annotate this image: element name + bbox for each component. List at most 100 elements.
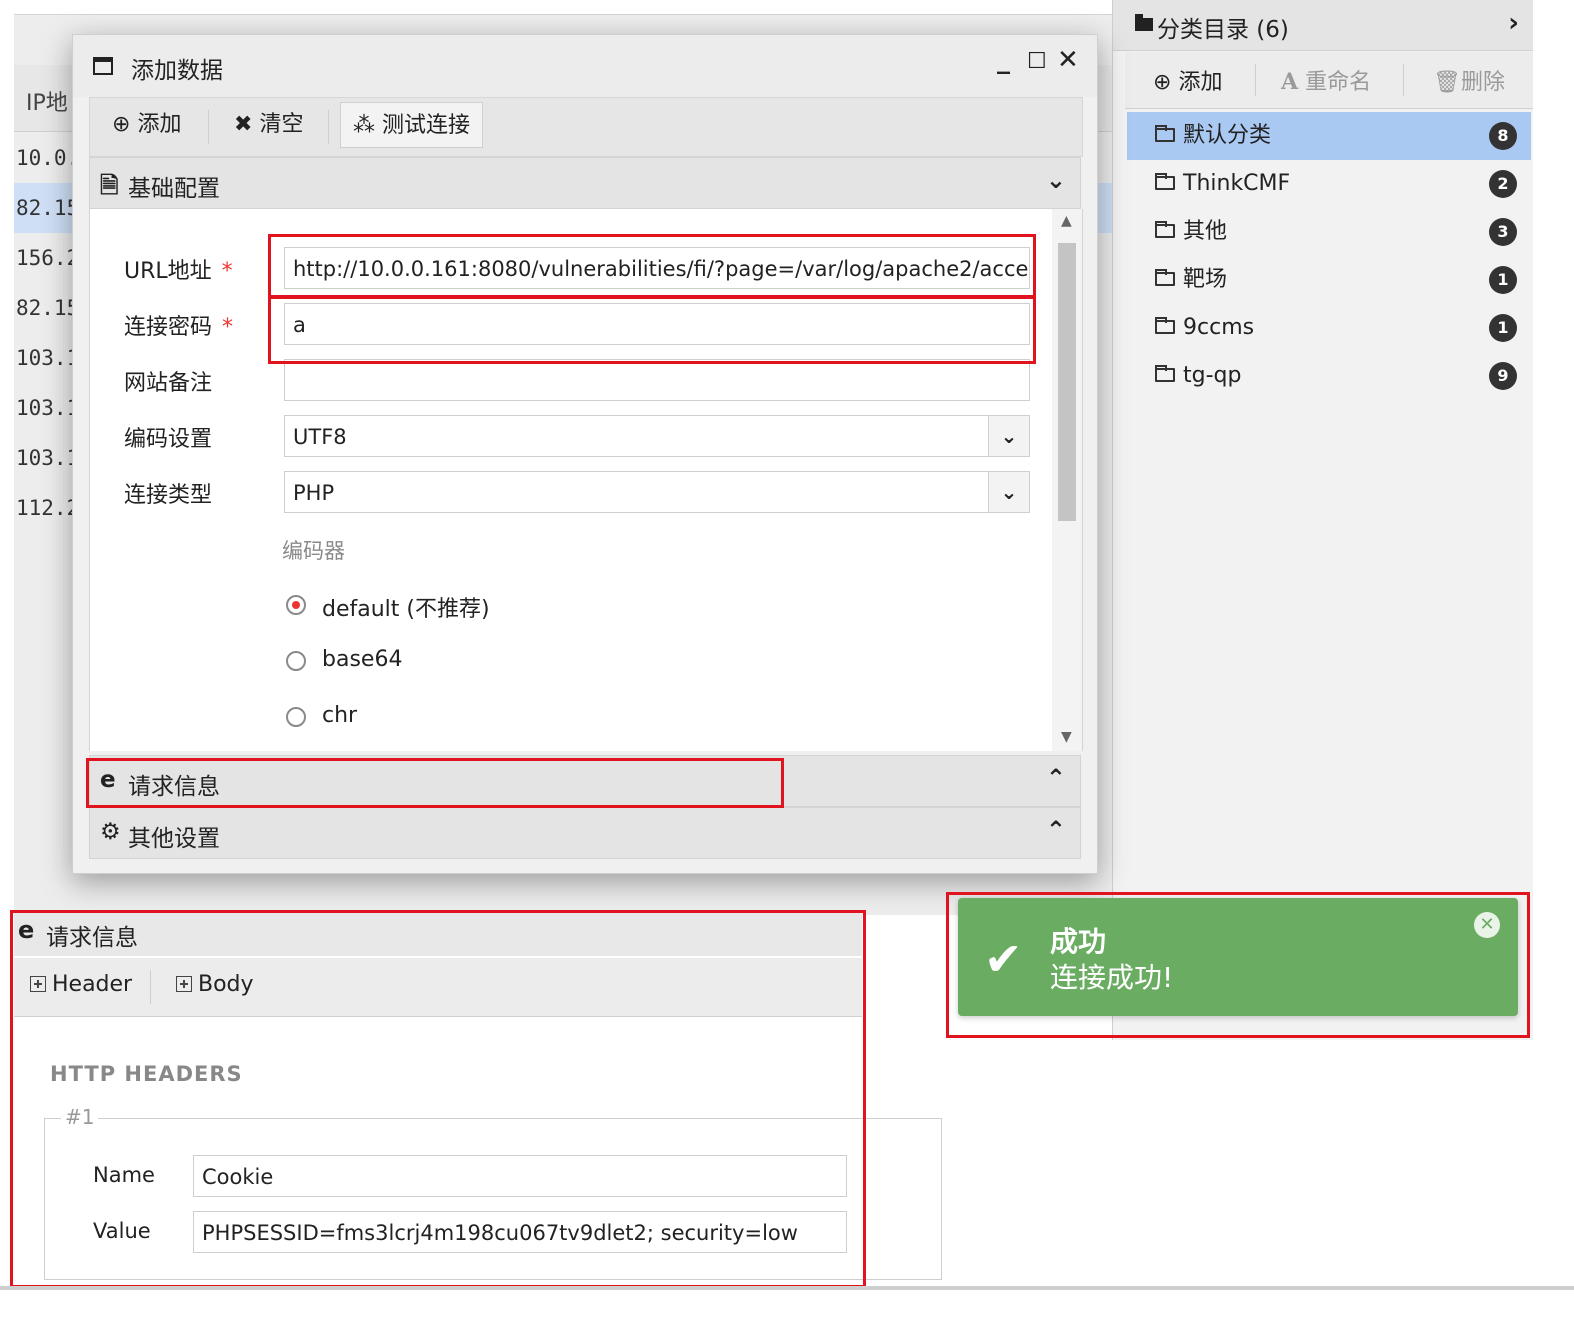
folder-open-icon	[1155, 365, 1175, 382]
count-badge: 1	[1489, 266, 1517, 294]
password-label: 连接密码 *	[124, 315, 234, 340]
encoder-label: 编码器	[282, 539, 345, 563]
url-input[interactable]: http://10.0.0.161:8080/vulnerabilities/f…	[284, 247, 1030, 289]
category-list: 默认分类 8 ThinkCMF 2 其他 3 靶场 1 9ccms 1 tg-q…	[1127, 112, 1531, 400]
category-header: 分类目录 (6) ›	[1113, 0, 1533, 51]
toast-title: 成功	[1050, 925, 1107, 958]
category-title: 分类目录 (6)	[1157, 17, 1289, 43]
request-info-title: 请求信息	[128, 774, 220, 800]
count-badge: 9	[1489, 362, 1517, 390]
encoding-select[interactable]: UTF8 ⌄	[284, 415, 1030, 457]
category-item-label: tg-qp	[1183, 363, 1242, 388]
scroll-thumb[interactable]	[1058, 243, 1076, 521]
basic-config-body: URL地址 * http://10.0.0.161:8080/vulnerabil…	[89, 209, 1083, 751]
encoder-base64-radio[interactable]	[286, 651, 306, 671]
maximize-icon[interactable]: ☐	[1027, 49, 1047, 74]
bottom-divider	[0, 1286, 1574, 1290]
header-name-input[interactable]: Cookie	[193, 1155, 847, 1197]
scroll-up-icon[interactable]: ▲	[1061, 213, 1072, 229]
chevron-down-icon[interactable]: ⌄	[988, 416, 1029, 456]
close-circle-icon[interactable]: ✕	[1474, 912, 1500, 938]
count-badge: 1	[1489, 314, 1517, 342]
encoder-default-label[interactable]: default (不推荐)	[322, 591, 490, 623]
header-value-label: Value	[93, 1219, 151, 1243]
category-toolbar: ⊕ 添加 A 重命名 🗑删除	[1125, 52, 1533, 109]
folder-open-icon	[1155, 317, 1175, 334]
request-info-header[interactable]: e 请求信息 ⌃	[89, 755, 1081, 807]
plus-circle-icon: ⊕	[112, 112, 131, 137]
form-scrollbar[interactable]: ▲ ▼	[1052, 209, 1082, 751]
times-icon: ✖	[234, 112, 253, 137]
clear-button[interactable]: ✖ 清空	[222, 102, 315, 148]
chevron-down-icon[interactable]: ⌄	[988, 472, 1029, 512]
category-item[interactable]: 其他 3	[1127, 208, 1531, 256]
trash-icon: 🗑	[1433, 70, 1461, 95]
folder-open-icon	[1155, 269, 1175, 286]
other-settings-header[interactable]: ⚙ 其他设置 ⌃	[89, 807, 1081, 859]
encoding-label: 编码设置	[124, 427, 213, 452]
spinner-icon: ⁂	[353, 113, 375, 138]
ip-column-header[interactable]: IP地	[26, 85, 68, 117]
minimize-icon[interactable]: _	[997, 45, 1010, 75]
request-info-panel-title: 请求信息	[46, 925, 138, 951]
http-headers-title: HTTP HEADERS	[50, 1062, 243, 1086]
category-delete-button[interactable]: 🗑删除	[1433, 64, 1505, 96]
plus-square-icon	[176, 976, 192, 992]
font-icon: A	[1281, 69, 1299, 95]
close-icon[interactable]: ✕	[1057, 45, 1079, 75]
dialog-toolbar: ⊕ 添加 ✖ 清空 ⁂ 测试连接	[89, 97, 1083, 157]
header-fieldset: #1 Name Cookie Value PHPSESSID=fms3lcrj4…	[44, 1105, 942, 1280]
add-data-dialog: 添加数据 _ ☐ ✕ ⊕ 添加 ✖ 清空 ⁂ 测试连接 🗎 基础配置 ⌄ URL…	[72, 34, 1098, 874]
header-value-input[interactable]: PHPSESSID=fms3lcrj4m198cu067tv9dlet2; se…	[193, 1211, 847, 1253]
password-input[interactable]: a	[284, 303, 1030, 345]
encoder-base64-label[interactable]: base64	[322, 647, 402, 672]
category-item[interactable]: 靶场 1	[1127, 256, 1531, 304]
tab-header[interactable]: Header	[30, 972, 132, 997]
category-item[interactable]: tg-qp 9	[1127, 352, 1531, 400]
folder-open-icon	[1155, 173, 1175, 190]
note-input[interactable]	[284, 359, 1030, 401]
type-label: 连接类型	[124, 483, 213, 508]
count-badge: 3	[1489, 218, 1517, 246]
encoder-chr-radio[interactable]	[286, 707, 306, 727]
folder-open-icon	[1155, 221, 1175, 238]
tab-body[interactable]: Body	[176, 972, 254, 997]
category-item[interactable]: 默认分类 8	[1127, 112, 1531, 160]
category-item[interactable]: ThinkCMF 2	[1127, 160, 1531, 208]
category-item[interactable]: 9ccms 1	[1127, 304, 1531, 352]
chevron-right-icon[interactable]: ›	[1508, 8, 1519, 38]
test-connection-button[interactable]: ⁂ 测试连接	[340, 102, 484, 148]
note-label: 网站备注	[124, 371, 213, 396]
chevron-up-icon[interactable]: ⌃	[1046, 764, 1066, 792]
chevron-down-icon[interactable]: ⌄	[1046, 166, 1066, 194]
type-value: PHP	[293, 481, 335, 505]
folder-open-icon	[1155, 125, 1175, 142]
add-button-label: 添加	[137, 112, 182, 137]
file-icon: 🗎	[100, 173, 119, 199]
ie-icon: e	[100, 767, 116, 793]
scroll-down-icon[interactable]: ▼	[1061, 729, 1072, 745]
category-add-button[interactable]: ⊕ 添加	[1153, 64, 1222, 96]
count-badge: 2	[1489, 170, 1517, 198]
count-badge: 8	[1489, 122, 1517, 150]
encoder-chr-label[interactable]: chr	[322, 703, 357, 728]
clear-button-label: 清空	[259, 112, 304, 137]
category-rename-button[interactable]: A 重命名	[1281, 64, 1371, 96]
category-item-label: 其他	[1183, 219, 1228, 244]
plus-circle-icon: ⊕	[1153, 70, 1172, 95]
encoder-default-radio[interactable]	[286, 595, 306, 615]
category-item-label: 靶场	[1183, 267, 1228, 292]
fieldset-legend: #1	[61, 1105, 99, 1129]
category-item-label: ThinkCMF	[1183, 171, 1291, 196]
dialog-titlebar[interactable]: 添加数据 _ ☐ ✕	[73, 35, 1097, 97]
type-select[interactable]: PHP ⌄	[284, 471, 1030, 513]
chevron-up-icon[interactable]: ⌃	[1046, 816, 1066, 844]
cogs-icon: ⚙	[100, 819, 121, 845]
tab-header-label: Header	[52, 972, 133, 997]
basic-config-header[interactable]: 🗎 基础配置 ⌄	[89, 157, 1081, 209]
category-panel: 分类目录 (6) › ⊕ 添加 A 重命名 🗑删除 默认分类 8 ThinkCM…	[1112, 0, 1533, 1040]
category-item-label: 9ccms	[1183, 315, 1255, 340]
add-button[interactable]: ⊕ 添加	[100, 102, 193, 148]
request-info-panel: e 请求信息 Header Body HTTP HEADERS #1 Name …	[14, 912, 942, 1284]
category-delete-label: 删除	[1460, 70, 1505, 95]
